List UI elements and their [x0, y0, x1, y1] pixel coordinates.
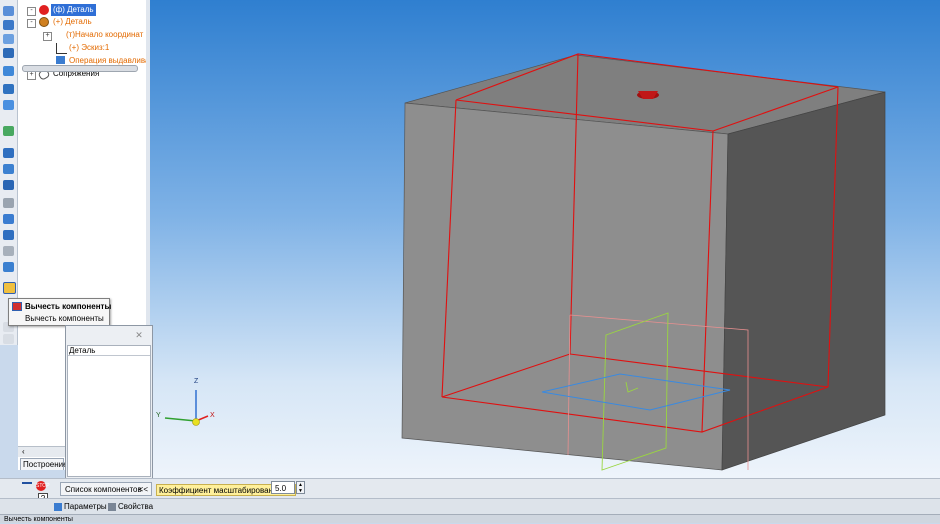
tool-icon-6[interactable]	[3, 84, 14, 94]
tree-item-root-part-label: (ф) Деталь	[53, 5, 94, 14]
tab-properties[interactable]: Свойства	[106, 500, 153, 514]
extrude-icon	[56, 56, 65, 64]
tool-icon-12[interactable]	[3, 198, 14, 208]
collapse-icon[interactable]: <<	[139, 483, 148, 496]
subtract-components-tooltip-icon	[12, 302, 22, 311]
cube-front-face[interactable]	[401, 102, 729, 471]
tool-icon-3[interactable]	[3, 34, 14, 44]
tooltip: Вычесть компоненты Вычесть компоненты	[8, 298, 112, 326]
tree-item-root-part[interactable]: (ф) Деталь	[51, 4, 96, 16]
red-handle-marker[interactable]	[637, 91, 659, 99]
tree-expander-2[interactable]: -	[27, 19, 36, 28]
components-column-header[interactable]: Деталь	[68, 346, 150, 356]
model-scene[interactable]	[150, 0, 940, 478]
tree-item-sketch-label: (+) Эскиз:1	[69, 43, 110, 52]
3d-viewport[interactable]: Z X Y	[150, 0, 940, 478]
tree-item-subpart-label: (+) Деталь	[53, 17, 92, 26]
axis-x-label: X	[210, 412, 215, 419]
tool-icon-10[interactable]	[3, 164, 14, 174]
properties-tab-icon	[108, 503, 116, 511]
tool-icon-1[interactable]	[3, 6, 14, 16]
subtract-components-icon[interactable]	[3, 282, 16, 294]
tree-item-origin[interactable]: (т)Начало координат	[66, 29, 143, 41]
tool-icon-5[interactable]	[3, 66, 14, 76]
tool-icon-8[interactable]	[3, 126, 14, 136]
tab-properties-label: Свойства	[118, 502, 154, 511]
tool-icon-13[interactable]	[3, 214, 14, 224]
scroll-left-arrow[interactable]: ‹	[22, 447, 25, 457]
tool-icon-4[interactable]	[3, 48, 14, 58]
tooltip-title: Вычесть компоненты	[25, 302, 112, 311]
cube-right-face[interactable]	[721, 91, 886, 471]
tool-icon-11[interactable]	[3, 180, 14, 190]
tree-scroll-thumb[interactable]	[22, 65, 138, 72]
status-text: Вычесть компоненты	[4, 516, 73, 523]
scale-factor-spinner[interactable]: ▲ ▼	[296, 481, 305, 494]
parameters-strip: STOP Список компонентов << Коэффициент м…	[0, 478, 940, 499]
tool-icon-19[interactable]	[3, 334, 14, 344]
tree-item-subpart[interactable]: (+) Деталь	[53, 16, 92, 28]
pin-icon[interactable]	[22, 482, 32, 490]
tool-icon-7[interactable]	[3, 100, 14, 110]
tool-icon-15[interactable]	[3, 246, 14, 256]
tab-build[interactable]: Построение	[20, 458, 68, 470]
bottom-tabs: Параметры Свойства	[0, 498, 940, 515]
close-icon[interactable]: ✕	[132, 329, 146, 341]
tab-parameters-label: Параметры	[64, 502, 107, 511]
tree-item-sketch[interactable]: (+) Эскиз:1	[69, 42, 109, 54]
axes-triad	[164, 390, 209, 426]
subpart-icon	[39, 17, 49, 27]
axis-z-label: Z	[194, 378, 199, 385]
status-bar: Вычесть компоненты	[0, 514, 940, 523]
stop-icon[interactable]: STOP	[36, 481, 50, 491]
parameters-tab-icon	[54, 503, 62, 511]
sketch-icon	[56, 43, 67, 54]
part-icon	[39, 5, 49, 15]
tree-expander-3[interactable]: +	[43, 32, 52, 41]
tree-item-origin-label: (т)Начало координат	[66, 30, 144, 39]
compact-toolbar	[0, 0, 18, 345]
tab-parameters[interactable]: Параметры	[52, 500, 107, 514]
tree-item-extrude-label: Операция выдавлива	[69, 56, 150, 65]
tab-build-label: Построение	[23, 460, 68, 469]
components-list[interactable]: Деталь	[67, 345, 151, 477]
tree-expander-4[interactable]: +	[27, 71, 36, 80]
tab-component-list-label: Список компонентов	[65, 485, 142, 494]
tool-icon-2[interactable]	[3, 20, 14, 30]
axis-y-label: Y	[156, 412, 161, 419]
tooltip-description: Вычесть компоненты	[25, 314, 104, 323]
scale-factor-input[interactable]: 5.0	[271, 481, 295, 494]
tab-component-list[interactable]: Список компонентов <<	[60, 482, 152, 496]
tool-icon-9[interactable]	[3, 148, 14, 158]
tool-icon-16[interactable]	[3, 262, 14, 272]
tree-expander-1[interactable]: -	[27, 7, 36, 16]
tool-icon-14[interactable]	[3, 230, 14, 240]
